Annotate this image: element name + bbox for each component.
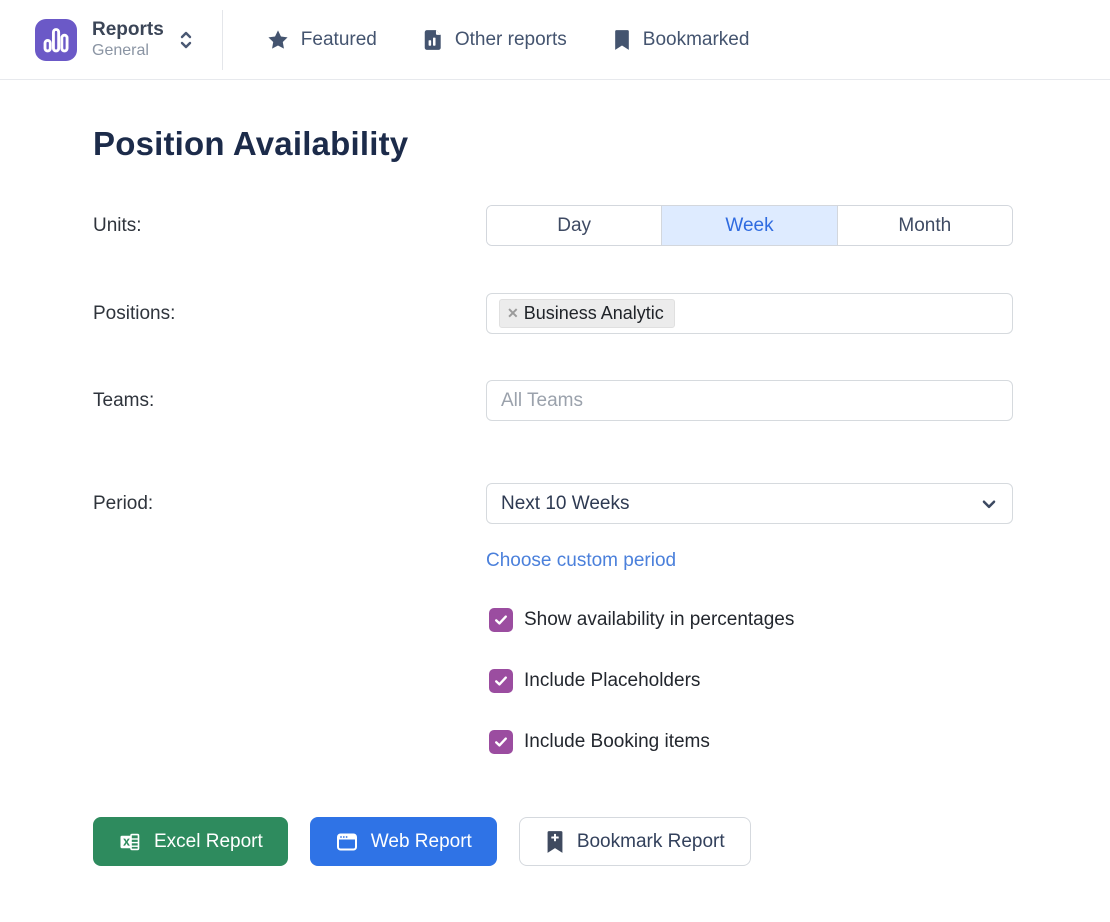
report-form: Position Availability Units: Day Week Mo… [0, 125, 1110, 866]
header-tabs: Featured Other reports Bookmarked [267, 29, 750, 51]
period-select[interactable]: Next 10 Weeks [486, 483, 1013, 524]
choose-custom-period-link[interactable]: Choose custom period [486, 550, 676, 571]
excel-report-button[interactable]: Excel Report [93, 817, 288, 866]
app-title: Reports [92, 19, 164, 42]
excel-report-label: Excel Report [154, 831, 263, 853]
page-title: Position Availability [93, 125, 1013, 163]
browser-window-icon [335, 830, 359, 854]
checkbox-row-percentages[interactable]: Show availability in percentages [489, 608, 1013, 632]
star-icon [267, 29, 289, 51]
report-type-switcher[interactable]: Reports General [35, 19, 194, 61]
positions-row: Positions: ✕ Business Analytic [93, 293, 1013, 334]
period-label: Period: [93, 493, 486, 515]
checkbox-row-placeholders[interactable]: Include Placeholders [489, 669, 1013, 693]
top-bar: Reports General Featured [0, 0, 1110, 80]
tab-label: Featured [301, 29, 377, 51]
units-segmented-control: Day Week Month [486, 205, 1013, 246]
remove-tag-icon[interactable]: ✕ [507, 305, 519, 322]
excel-icon [118, 830, 142, 854]
header-divider [222, 10, 223, 70]
period-value: Next 10 Weeks [501, 493, 629, 515]
period-row: Period: Next 10 Weeks [93, 483, 1013, 524]
chevron-down-icon [980, 495, 998, 513]
tab-bookmarked[interactable]: Bookmarked [613, 29, 750, 51]
position-tag: ✕ Business Analytic [499, 299, 675, 328]
segment-day[interactable]: Day [487, 206, 661, 245]
checkbox-label: Include Booking items [524, 731, 710, 753]
web-report-button[interactable]: Web Report [310, 817, 497, 866]
custom-period-row: Choose custom period [486, 550, 1013, 572]
bookmark-plus-icon [545, 830, 565, 854]
checkbox-checked-icon[interactable] [489, 730, 513, 754]
checkbox-checked-icon[interactable] [489, 669, 513, 693]
options-checkbox-group: Show availability in percentages Include… [489, 608, 1013, 754]
bookmark-report-button[interactable]: Bookmark Report [519, 817, 751, 866]
segment-month[interactable]: Month [837, 206, 1012, 245]
checkbox-row-booking-items[interactable]: Include Booking items [489, 730, 1013, 754]
segment-week[interactable]: Week [661, 206, 836, 245]
positions-input[interactable]: ✕ Business Analytic [486, 293, 1013, 334]
checkbox-label: Show availability in percentages [524, 609, 794, 631]
checkbox-checked-icon[interactable] [489, 608, 513, 632]
action-buttons: Excel Report Web Report [93, 817, 1013, 866]
position-tag-label: Business Analytic [524, 303, 664, 324]
reports-logo-icon [35, 19, 77, 61]
teams-input[interactable] [499, 381, 1000, 420]
web-report-label: Web Report [371, 831, 472, 853]
app-subtitle: General [92, 41, 164, 60]
teams-row: Teams: [93, 380, 1013, 421]
teams-input-wrap [486, 380, 1013, 421]
tab-other-reports[interactable]: Other reports [423, 29, 567, 51]
tab-label: Other reports [455, 29, 567, 51]
checkbox-label: Include Placeholders [524, 670, 700, 692]
bookmark-icon [613, 29, 631, 51]
units-row: Units: Day Week Month [93, 205, 1013, 246]
tab-label: Bookmarked [643, 29, 750, 51]
chevron-updown-icon[interactable] [178, 28, 194, 52]
chart-document-icon [423, 29, 443, 51]
units-label: Units: [93, 215, 486, 237]
positions-label: Positions: [93, 303, 486, 325]
tab-featured[interactable]: Featured [267, 29, 377, 51]
teams-label: Teams: [93, 390, 486, 412]
bookmark-report-label: Bookmark Report [577, 831, 725, 853]
